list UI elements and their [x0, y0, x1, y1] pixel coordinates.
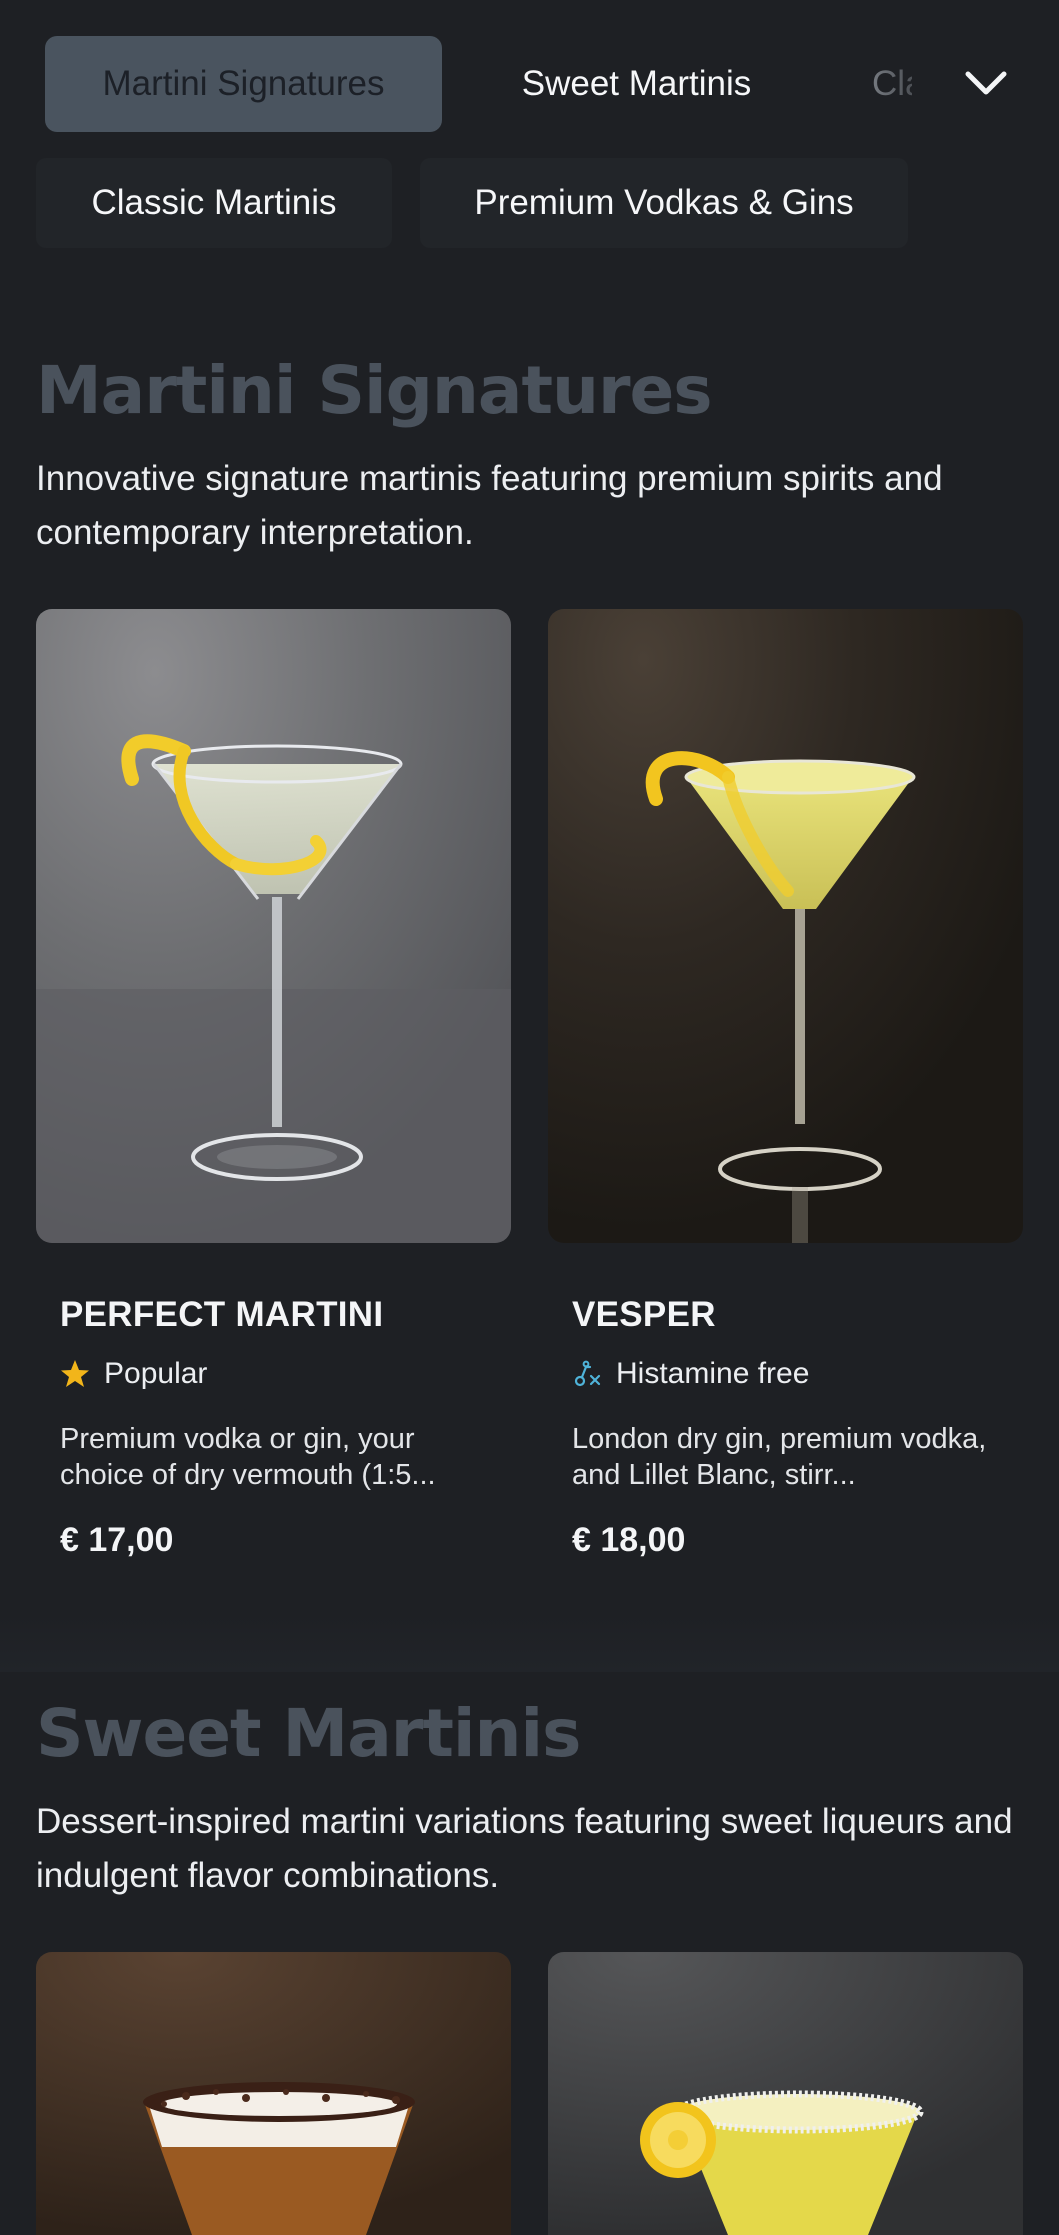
category-nav: Martini Signatures Sweet Martinis Cla [0, 0, 1059, 166]
star-icon [61, 1360, 89, 1387]
menu-item-photo [548, 609, 1023, 1243]
nav-overflow-fade [846, 18, 1059, 150]
menu-item-photo [36, 609, 511, 1243]
section-description: Innovative signature martinis featuring … [36, 459, 943, 552]
menu-item-price: € 18,00 [572, 1521, 686, 1559]
section-description: Dessert-inspired martini variations feat… [36, 1802, 1013, 1895]
menu-item-price: € 17,00 [60, 1521, 174, 1559]
tab-classic-martinis[interactable]: Classic Martinis [36, 158, 392, 248]
section-divider [0, 1612, 1059, 1672]
histamine-free-icon [574, 1360, 601, 1387]
tab-premium-vodkas-gins[interactable]: Premium Vodkas & Gins [420, 158, 908, 248]
menu-item-name: PERFECT MARTINI [60, 1295, 384, 1334]
menu-item-description: Premium vodka or gin, your choice of dry… [60, 1423, 436, 1491]
chevron-down-icon[interactable] [958, 56, 1014, 112]
menu-item-tag: Popular [60, 1357, 487, 1391]
tab-martini-signatures[interactable]: Martini Signatures [45, 36, 442, 132]
section-title: Sweet Martinis [36, 1695, 581, 1772]
menu-item-card[interactable] [36, 1952, 511, 2235]
menu-item-card[interactable]: PERFECT MARTINI Popular Premium vodka or… [36, 609, 511, 1560]
menu-item-tag: Histamine free [572, 1357, 999, 1391]
menu-item-description: London dry gin, premium vodka, and Lille… [572, 1423, 987, 1491]
menu-item-photo [548, 1952, 1023, 2235]
menu-item-photo [36, 1952, 511, 2235]
menu-item-tag-label: Histamine free [616, 1357, 810, 1390]
tab-sweet-martinis[interactable]: Sweet Martinis [470, 36, 803, 132]
menu-item-name: VESPER [572, 1295, 716, 1334]
menu-item-card[interactable] [548, 1952, 1023, 2235]
section-title: Martini Signatures [36, 352, 713, 429]
menu-item-card[interactable]: VESPER Histamine free London dry gin, pr… [548, 609, 1023, 1560]
menu-item-tag-label: Popular [104, 1357, 208, 1390]
